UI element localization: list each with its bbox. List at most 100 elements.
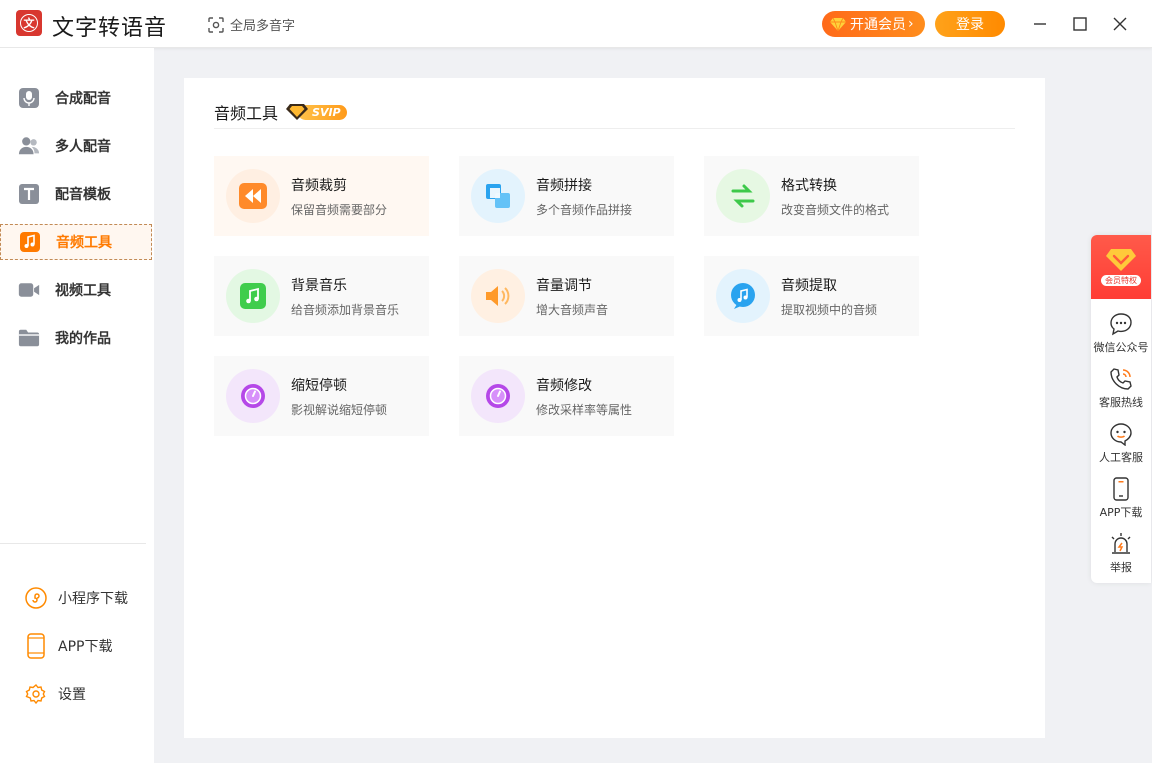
tool-name: 音频修改 [536, 377, 592, 394]
tool-name: 音频拼接 [536, 177, 592, 194]
sidebar-item-my-works[interactable]: 我的作品 [0, 320, 152, 356]
sidebar-item-label: 视频工具 [55, 283, 111, 299]
tool-desc: 给音频添加背景音乐 [291, 302, 400, 317]
sidebar-item-label: 配音模板 [55, 187, 111, 203]
tool-name: 音频提取 [781, 277, 837, 294]
sidebar-divider [0, 543, 146, 544]
tool-audio-trim[interactable]: 音频裁剪 保留音频需要部分 [214, 156, 429, 236]
app-logo: 文 [16, 10, 42, 36]
tool-desc: 改变音频文件的格式 [781, 202, 890, 217]
phone-call-icon [1108, 366, 1134, 392]
member-privilege-button[interactable]: 会员特权 [1091, 235, 1151, 299]
sidebar-item-label: 我的作品 [55, 331, 111, 347]
dial-icon [226, 369, 280, 423]
tool-desc: 影视解说缩短停顿 [291, 402, 388, 417]
sidebar-item-video-tools[interactable]: 视频工具 [0, 272, 152, 308]
member-tag: 会员特权 [1101, 275, 1141, 286]
tool-format-convert[interactable]: 格式转换 改变音频文件的格式 [704, 156, 919, 236]
polyphone-button[interactable]: 全局多音字 [208, 15, 295, 34]
vip-button[interactable]: 开通会员 › [822, 11, 925, 37]
minimize-icon [1034, 23, 1046, 25]
float-item-label: 举报 [1110, 561, 1132, 574]
tool-volume-adjust[interactable]: 音量调节 增大音频声音 [459, 256, 674, 336]
diamond-icon [1106, 249, 1136, 271]
tool-audio-extract[interactable]: 音频提取 提取视频中的音频 [704, 256, 919, 336]
svip-badge: SVIP [286, 103, 347, 121]
music-note-icon [226, 269, 280, 323]
merge-icon [471, 169, 525, 223]
sidebar-item-synthesis[interactable]: 合成配音 [0, 80, 152, 116]
tool-desc: 增大音频声音 [536, 302, 609, 317]
music-bubble-icon [716, 269, 770, 323]
dial-icon [471, 369, 525, 423]
float-item-label: 客服热线 [1099, 396, 1143, 409]
float-app-download[interactable]: APP下载 [1091, 476, 1151, 520]
polyphone-label: 全局多音字 [230, 19, 296, 34]
float-hotline[interactable]: 客服热线 [1091, 366, 1151, 410]
rewind-icon [226, 169, 280, 223]
users-icon [18, 135, 40, 157]
settings-label: 设置 [58, 687, 86, 703]
title-divider [214, 128, 1015, 129]
tool-name: 音量调节 [536, 277, 592, 294]
tool-desc: 提取视频中的音频 [781, 302, 878, 317]
floating-service-bar: 会员特权 微信公众号 客服热线 人工客服 APP下载 举报 [1091, 235, 1151, 583]
mini-program-download[interactable]: 小程序下载 [24, 586, 128, 610]
main-panel: 音频工具 SVIP 音频裁剪 保留音频需要部分 音频拼接 多个音频作品拼接 格式… [184, 78, 1045, 738]
music-note-icon [19, 231, 41, 253]
tool-name: 背景音乐 [291, 277, 347, 294]
title-bar: 文 文字转语音 全局多音字 开通会员 › 登录 [0, 0, 1152, 48]
tool-audio-merge[interactable]: 音频拼接 多个音频作品拼接 [459, 156, 674, 236]
mobile-icon [1108, 476, 1134, 502]
vip-arrow: › [908, 16, 914, 32]
tool-background-music[interactable]: 背景音乐 给音频添加背景音乐 [214, 256, 429, 336]
section-title: 音频工具 SVIP [214, 100, 347, 124]
float-live-support[interactable]: 人工客服 [1091, 421, 1151, 465]
tool-desc: 修改采样率等属性 [536, 402, 633, 417]
close-button[interactable] [1110, 14, 1130, 34]
float-item-label: 微信公众号 [1093, 341, 1149, 354]
float-wechat[interactable]: 微信公众号 [1091, 311, 1151, 355]
app-download-label: APP下载 [58, 639, 113, 655]
tool-audio-modify[interactable]: 音频修改 修改采样率等属性 [459, 356, 674, 436]
gear-icon [24, 682, 48, 706]
app-title: 文字转语音 [52, 16, 168, 41]
tool-name: 格式转换 [781, 177, 837, 194]
mini-program-label: 小程序下载 [58, 591, 128, 607]
vip-label: 开通会员 [850, 17, 906, 33]
login-button[interactable]: 登录 [935, 11, 1005, 37]
tool-desc: 保留音频需要部分 [291, 202, 388, 217]
mini-program-icon [24, 586, 48, 610]
sidebar-item-multi-voice[interactable]: 多人配音 [0, 128, 152, 164]
sidebar-item-audio-tools[interactable]: 音频工具 [0, 224, 152, 260]
app-download[interactable]: APP下载 [24, 633, 113, 659]
microphone-icon [18, 87, 40, 109]
swap-arrows-icon [716, 169, 770, 223]
sidebar-item-label: 合成配音 [55, 91, 111, 107]
sidebar: 合成配音 多人配音 配音模板 音频工具 视频工具 我的作品 小程序下载 APP下… [0, 48, 154, 763]
float-item-label: 人工客服 [1099, 451, 1143, 464]
video-icon [18, 279, 40, 301]
close-icon [1113, 17, 1127, 31]
tool-shorten-pause[interactable]: 缩短停顿 影视解说缩短停顿 [214, 356, 429, 436]
speaker-icon [471, 269, 525, 323]
sidebar-item-label: 多人配音 [55, 139, 111, 155]
section-title-text: 音频工具 [214, 104, 279, 123]
float-report[interactable]: 举报 [1091, 531, 1151, 575]
template-icon [18, 183, 40, 205]
smile-bubble-icon [1108, 421, 1134, 447]
maximize-button[interactable] [1070, 14, 1090, 34]
minimize-button[interactable] [1030, 14, 1050, 34]
settings[interactable]: 设置 [24, 682, 86, 706]
maximize-icon [1073, 17, 1087, 31]
alarm-icon [1108, 531, 1134, 557]
diamond-icon [286, 104, 309, 120]
sidebar-item-label: 音频工具 [56, 235, 112, 251]
sidebar-item-templates[interactable]: 配音模板 [0, 176, 152, 212]
scan-icon [208, 16, 224, 33]
folder-icon [18, 327, 40, 349]
float-item-label: APP下载 [1099, 506, 1143, 519]
tool-name: 缩短停顿 [291, 377, 347, 394]
tool-name: 音频裁剪 [291, 177, 347, 194]
chat-bubble-icon [1108, 311, 1134, 337]
